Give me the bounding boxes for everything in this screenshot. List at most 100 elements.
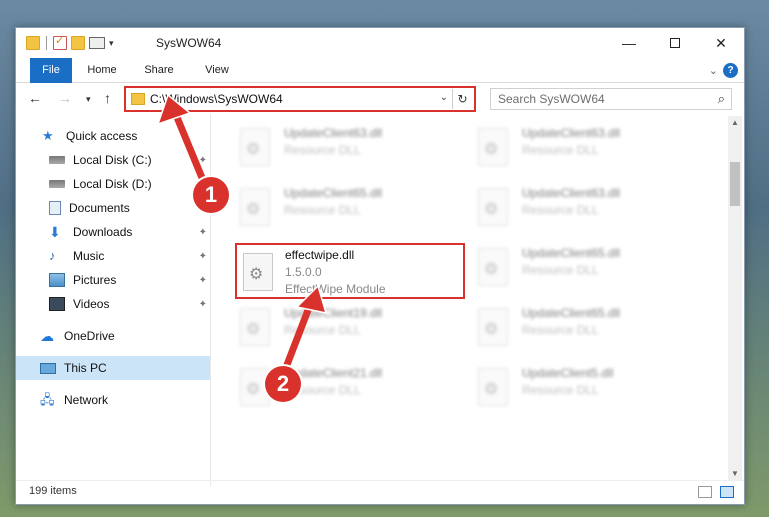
sidebar-item-documents[interactable]: Documents ✦ xyxy=(16,196,211,220)
music-icon: ♪ xyxy=(49,248,56,263)
file-name: UpdateClient63.dll xyxy=(284,126,383,140)
ribbon-tabs: File Home Share View ⌄ ? xyxy=(16,58,744,83)
file-name: UpdateClient65.dll xyxy=(284,186,383,200)
file-type: Resource DLL xyxy=(284,323,361,337)
file-name: effectwipe.dll xyxy=(285,248,355,262)
file-description: EffectWipe Module xyxy=(285,282,386,296)
customize-toolbar-icon[interactable]: ▾ xyxy=(109,38,114,49)
maximize-button[interactable] xyxy=(652,28,698,58)
file-name: UpdateClient65.dll xyxy=(522,306,621,320)
scrollbar-thumb[interactable] xyxy=(730,162,740,206)
sidebar-item-quick-access[interactable]: ★ Quick access xyxy=(16,124,211,148)
sidebar-item-label: Music xyxy=(73,249,105,263)
file-tile[interactable]: UpdateClient63.dll Resource DLL xyxy=(454,120,684,176)
dll-file-icon xyxy=(478,248,508,286)
file-type: Resource DLL xyxy=(522,143,599,157)
search-icon[interactable]: ⌕ xyxy=(718,91,725,107)
close-button[interactable]: ✕ xyxy=(698,28,744,58)
minimize-button[interactable]: — xyxy=(606,28,652,58)
pin-icon[interactable]: ✦ xyxy=(199,155,207,166)
dll-file-icon xyxy=(478,308,508,346)
tab-share[interactable]: Share xyxy=(141,58,177,83)
file-tile[interactable]: UpdateClient19.dll Resource DLL xyxy=(216,300,446,356)
recent-locations-button[interactable]: ▾ xyxy=(86,94,91,105)
sidebar-item-label: OneDrive xyxy=(64,329,115,343)
file-name: UpdateClient19.dll xyxy=(284,306,383,320)
disk-icon xyxy=(49,180,65,188)
file-name: UpdateClient5.dll xyxy=(522,366,614,380)
file-type: Resource DLL xyxy=(284,143,361,157)
tiles-view-icon[interactable] xyxy=(720,486,734,498)
pin-icon[interactable]: ✦ xyxy=(199,251,207,262)
file-tile[interactable]: UpdateClient65.dll Resource DLL xyxy=(454,240,684,296)
forward-button[interactable]: → xyxy=(58,90,72,106)
sidebar-item-local-disk-c[interactable]: Local Disk (C:) ✦ xyxy=(16,148,211,172)
sidebar-item-videos[interactable]: Videos ✦ xyxy=(16,292,211,316)
sidebar-item-downloads[interactable]: ⬇ Downloads ✦ xyxy=(16,220,211,244)
item-count: 199 items xyxy=(29,485,77,497)
window-title: SysWOW64 xyxy=(156,36,222,50)
dll-file-icon xyxy=(240,128,270,166)
downloads-icon: ⬇ xyxy=(49,224,61,240)
properties-icon[interactable] xyxy=(89,37,105,49)
sidebar-item-label: Documents xyxy=(69,201,130,215)
sidebar-item-label: Network xyxy=(64,393,109,407)
scroll-down-icon[interactable]: ▼ xyxy=(728,467,742,481)
help-icon[interactable]: ? xyxy=(723,63,738,78)
file-tile[interactable]: UpdateClient5.dll Resource DLL xyxy=(454,360,684,416)
folder-icon xyxy=(131,93,145,105)
file-tile[interactable]: UpdateClient63.dll Resource DLL xyxy=(216,120,446,176)
scroll-up-icon[interactable]: ▲ xyxy=(728,116,742,130)
sidebar-item-this-pc[interactable]: This PC xyxy=(16,356,211,380)
pin-icon[interactable]: ✦ xyxy=(199,299,207,310)
step-2-badge: 2 xyxy=(265,366,301,402)
sidebar-item-music[interactable]: ♪ Music ✦ xyxy=(16,244,211,268)
chevron-down-icon[interactable]: ⌄ xyxy=(709,64,718,77)
file-tile[interactable]: UpdateClient65.dll Resource DLL xyxy=(454,300,684,356)
pane-divider[interactable] xyxy=(210,114,211,486)
up-button[interactable]: ↑ xyxy=(104,90,111,106)
dll-file-icon xyxy=(478,128,508,166)
navigation-bar: ← → ▾ ↑ C:\Windows\SysWOW64 ⌄ ↻ Search S… xyxy=(16,84,744,114)
dll-file-icon xyxy=(478,188,508,226)
sidebar-item-onedrive[interactable]: ☁ OneDrive xyxy=(16,324,211,348)
network-icon: 🖧 xyxy=(40,392,55,407)
file-name: UpdateClient65.dll xyxy=(522,246,621,260)
file-name: UpdateClient63.dll xyxy=(522,126,621,140)
properties-check-icon[interactable] xyxy=(53,34,67,50)
details-view-icon[interactable] xyxy=(698,486,712,498)
refresh-button[interactable]: ↻ xyxy=(452,89,472,109)
address-bar[interactable]: C:\Windows\SysWOW64 ⌄ ↻ xyxy=(124,86,476,112)
file-tile[interactable]: UpdateClient63.dll Resource DLL xyxy=(454,180,684,236)
vertical-scrollbar[interactable]: ▲ ▼ xyxy=(728,116,742,481)
pin-icon[interactable]: ✦ xyxy=(199,227,207,238)
dll-file-icon xyxy=(478,368,508,406)
toolbar-separator xyxy=(46,36,47,50)
search-input[interactable]: Search SysWOW64 ⌕ xyxy=(490,88,732,110)
tab-view[interactable]: View xyxy=(199,58,235,83)
step-1-badge: 1 xyxy=(193,177,229,213)
file-tile[interactable]: UpdateClient21.dll Resource DLL xyxy=(216,360,446,416)
navigation-pane: ★ Quick access Local Disk (C:) ✦ Local D… xyxy=(16,120,211,480)
chevron-down-icon[interactable]: ⌄ xyxy=(440,92,448,103)
this-pc-icon xyxy=(40,362,56,374)
file-type: Resource DLL xyxy=(522,263,599,277)
address-path[interactable]: C:\Windows\SysWOW64 xyxy=(150,92,283,106)
maximize-icon xyxy=(670,38,680,48)
pin-icon[interactable]: ✦ xyxy=(199,275,207,286)
sidebar-item-pictures[interactable]: Pictures ✦ xyxy=(16,268,211,292)
sidebar-item-network[interactable]: 🖧 Network xyxy=(16,388,211,412)
tab-home[interactable]: Home xyxy=(84,58,120,83)
file-type: Resource DLL xyxy=(284,203,361,217)
new-folder-icon[interactable] xyxy=(71,36,85,50)
file-name: UpdateClient63.dll xyxy=(522,186,621,200)
sidebar-item-label: Pictures xyxy=(73,273,117,287)
back-button[interactable]: ← xyxy=(28,90,42,106)
sidebar-item-label: Videos xyxy=(73,297,110,311)
folder-icon[interactable] xyxy=(26,36,40,50)
tab-file[interactable]: File xyxy=(30,58,72,83)
effectwipe-dll-tile[interactable]: effectwipe.dll 1.5.0.0 EffectWipe Module xyxy=(235,243,465,299)
sidebar-item-label: Local Disk (C:) xyxy=(73,153,152,167)
file-tile[interactable]: UpdateClient65.dll Resource DLL xyxy=(216,180,446,236)
sidebar-item-local-disk-d[interactable]: Local Disk (D:) ✦ xyxy=(16,172,211,196)
